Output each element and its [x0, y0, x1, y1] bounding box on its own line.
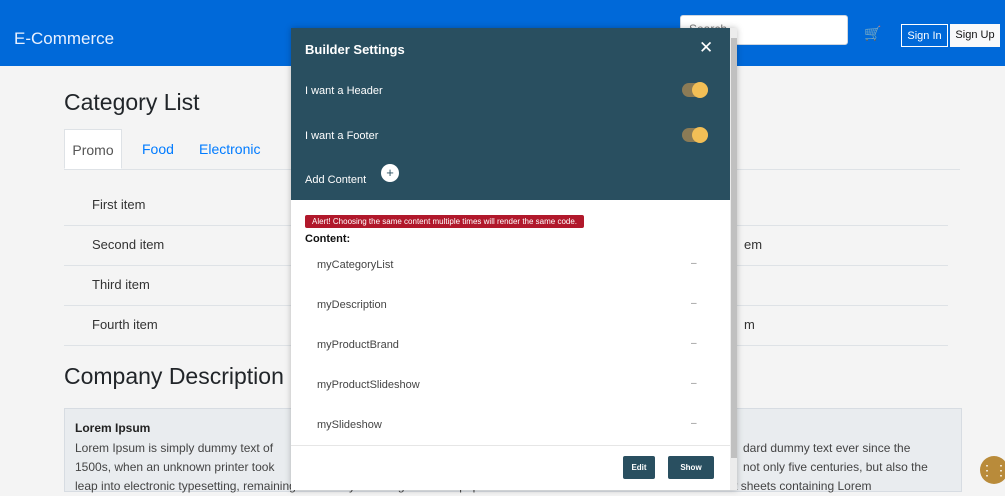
remove-button[interactable]: – — [691, 298, 697, 309]
alert-badge: Alert! Choosing the same content multipl… — [305, 215, 585, 228]
remove-button[interactable]: – — [691, 258, 697, 269]
content-item: myProductSlideshow – — [291, 368, 730, 408]
close-icon[interactable]: ✕ — [699, 38, 713, 58]
content-item: myDescription – — [291, 288, 730, 328]
brand-link[interactable]: E-Commerce — [14, 29, 114, 49]
card-line-2-right: not only five centuries, but also the — [743, 460, 928, 474]
content-item: myCategoryList – — [291, 248, 730, 288]
modal-header: Builder Settings ✕ I want a Header I wan… — [291, 28, 730, 200]
tab-promo[interactable]: Promo — [64, 129, 122, 169]
modal-title: Builder Settings — [305, 42, 405, 57]
company-description-title: Company Description — [64, 363, 284, 389]
list-item-label: Fourth item — [92, 317, 158, 332]
content-item-name: myDescription — [317, 299, 387, 311]
edit-button[interactable]: Edit — [623, 456, 655, 479]
card-line-1-right: dard dummy text ever since the — [743, 441, 911, 455]
modal-footer: Edit Show — [291, 445, 730, 491]
content-item-name: myCategoryList — [317, 259, 394, 271]
toggle-knob — [692, 127, 708, 143]
content-item-name: myProductBrand — [317, 339, 399, 351]
header-option-label: I want a Header — [305, 85, 383, 97]
grid-menu-icon[interactable]: ⋮⋮ — [980, 456, 1005, 484]
scrollbar-thumb[interactable] — [731, 38, 737, 458]
header-toggle[interactable] — [682, 82, 708, 98]
footer-option-label: I want a Footer — [305, 130, 379, 142]
sign-in-button[interactable]: Sign In — [901, 24, 948, 47]
toggle-knob — [692, 82, 708, 98]
content-item-name: mySlideshow — [317, 419, 382, 431]
remove-button[interactable]: – — [691, 378, 697, 389]
list-item-label: Second item — [92, 237, 165, 252]
modal-scrollbar[interactable] — [730, 28, 737, 490]
list-item-right-fragment: em — [744, 237, 763, 252]
card-line-1: Lorem Ipsum is simply dummy text of — [75, 441, 274, 455]
tab-electronic[interactable]: Electronic — [199, 129, 260, 169]
card-line-2: 1500s, when an unknown printer took — [75, 460, 275, 474]
tab-food[interactable]: Food — [142, 129, 174, 169]
sign-up-button[interactable]: Sign Up — [950, 24, 1000, 47]
list-item-label: Third item — [92, 277, 150, 292]
remove-button[interactable]: – — [691, 418, 697, 429]
cart-icon[interactable]: 🛒 — [864, 26, 881, 40]
list-item-label: First item — [92, 197, 146, 212]
content-item-name: myProductSlideshow — [317, 379, 420, 391]
content-label: Content: — [305, 233, 351, 245]
category-title: Category List — [64, 89, 200, 115]
footer-toggle[interactable] — [682, 127, 708, 143]
builder-settings-modal: Builder Settings ✕ I want a Header I wan… — [291, 28, 737, 490]
card-title: Lorem Ipsum — [75, 421, 151, 435]
show-button[interactable]: Show — [668, 456, 714, 479]
remove-button[interactable]: – — [691, 338, 697, 349]
list-item-right-fragment: m — [744, 317, 755, 332]
add-content-label: Add Content — [305, 174, 367, 186]
add-content-button[interactable]: + — [381, 164, 399, 182]
content-item: myProductBrand – — [291, 328, 730, 368]
content-item: mySlideshow – — [291, 408, 730, 448]
